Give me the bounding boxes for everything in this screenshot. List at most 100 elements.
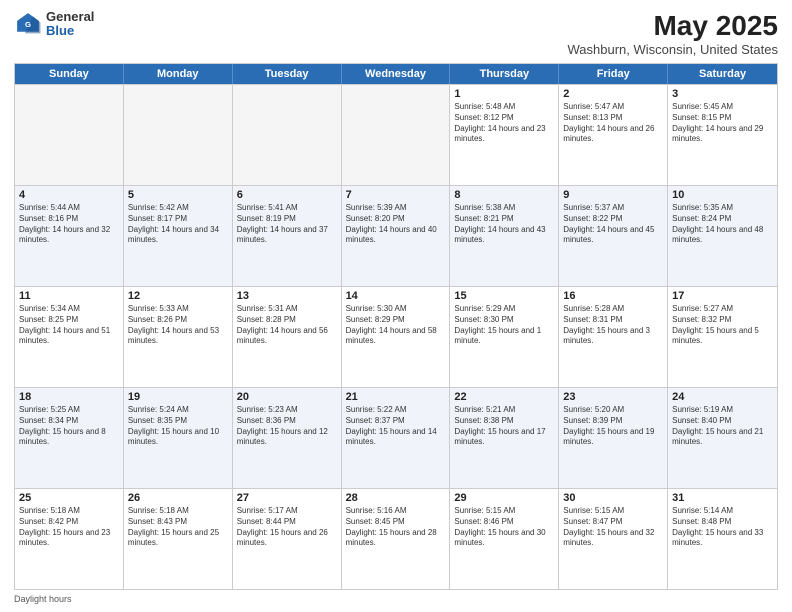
header-day-sunday: Sunday	[15, 64, 124, 84]
calendar-cell-14: 14 Sunrise: 5:30 AMSunset: 8:29 PMDayligh…	[342, 287, 451, 387]
footer-note: Daylight hours	[14, 594, 778, 604]
calendar-cell-19: 19Sunrise: 5:24 AMSunset: 8:35 PMDayligh…	[124, 388, 233, 488]
day-number: 6	[237, 189, 337, 201]
day-number: 31	[672, 492, 773, 504]
calendar-cell-empty-1	[124, 85, 233, 185]
day-number: 21	[346, 391, 446, 403]
cell-detail: Sunrise: 5:21 AMSunset: 8:38 PMDaylight:…	[454, 405, 554, 448]
day-number: 28	[346, 492, 446, 504]
cell-detail: Sunrise: 5:23 AMSunset: 8:36 PMDaylight:…	[237, 405, 337, 448]
calendar-row-0: 1Sunrise: 5:48 AMSunset: 8:12 PMDaylight…	[15, 84, 777, 185]
logo: G General Blue	[14, 10, 94, 39]
calendar-cell-28: 28 Sunrise: 5:16 AMSunset: 8:45 PMDayligh…	[342, 489, 451, 589]
calendar-row-4: 25 Sunrise: 5:18 AMSunset: 8:42 PMDayligh…	[15, 488, 777, 589]
calendar-cell-26: 26Sunrise: 5:18 AMSunset: 8:43 PMDayligh…	[124, 489, 233, 589]
cell-detail: Sunrise: 5:47 AMSunset: 8:13 PMDaylight:…	[563, 102, 663, 145]
cell-detail: Sunrise: 5:38 AMSunset: 8:21 PMDaylight:…	[454, 203, 554, 246]
calendar-cell-17: 17 Sunrise: 5:27 AMSunset: 8:32 PMDayligh…	[668, 287, 777, 387]
cell-detail: Sunrise: 5:35 AMSunset: 8:24 PMDaylight:…	[672, 203, 773, 246]
logo-blue: Blue	[46, 24, 94, 38]
calendar-cell-20: 20 Sunrise: 5:23 AMSunset: 8:36 PMDayligh…	[233, 388, 342, 488]
subtitle: Washburn, Wisconsin, United States	[568, 42, 779, 57]
day-number: 19	[128, 391, 228, 403]
calendar-cell-1: 1Sunrise: 5:48 AMSunset: 8:12 PMDaylight…	[450, 85, 559, 185]
cell-detail: Sunrise: 5:48 AMSunset: 8:12 PMDaylight:…	[454, 102, 554, 145]
day-number: 14	[346, 290, 446, 302]
day-number: 18	[19, 391, 119, 403]
calendar-cell-25: 25 Sunrise: 5:18 AMSunset: 8:42 PMDayligh…	[15, 489, 124, 589]
cell-detail: Sunrise: 5:15 AMSunset: 8:46 PMDaylight:…	[454, 506, 554, 549]
header-day-wednesday: Wednesday	[342, 64, 451, 84]
calendar-cell-2: 2 Sunrise: 5:47 AMSunset: 8:13 PMDaylight…	[559, 85, 668, 185]
calendar-cell-8: 8Sunrise: 5:38 AMSunset: 8:21 PMDaylight…	[450, 186, 559, 286]
logo-general: General	[46, 10, 94, 24]
calendar-cell-15: 15 Sunrise: 5:29 AMSunset: 8:30 PMDayligh…	[450, 287, 559, 387]
day-number: 27	[237, 492, 337, 504]
calendar-header: SundayMondayTuesdayWednesdayThursdayFrid…	[15, 64, 777, 84]
calendar-cell-30: 30 Sunrise: 5:15 AMSunset: 8:47 PMDayligh…	[559, 489, 668, 589]
day-number: 3	[672, 88, 773, 100]
day-number: 9	[563, 189, 663, 201]
cell-detail: Sunrise: 5:31 AMSunset: 8:28 PMDaylight:…	[237, 304, 337, 347]
calendar-cell-22: 22 Sunrise: 5:21 AMSunset: 8:38 PMDayligh…	[450, 388, 559, 488]
cell-detail: Sunrise: 5:15 AMSunset: 8:47 PMDaylight:…	[563, 506, 663, 549]
day-number: 7	[346, 189, 446, 201]
cell-detail: Sunrise: 5:37 AMSunset: 8:22 PMDaylight:…	[563, 203, 663, 246]
calendar-cell-11: 11Sunrise: 5:34 AMSunset: 8:25 PMDayligh…	[15, 287, 124, 387]
calendar-cell-16: 16Sunrise: 5:28 AMSunset: 8:31 PMDayligh…	[559, 287, 668, 387]
calendar-cell-9: 9 Sunrise: 5:37 AMSunset: 8:22 PMDaylight…	[559, 186, 668, 286]
day-number: 22	[454, 391, 554, 403]
calendar-row-2: 11Sunrise: 5:34 AMSunset: 8:25 PMDayligh…	[15, 286, 777, 387]
day-number: 29	[454, 492, 554, 504]
header-day-tuesday: Tuesday	[233, 64, 342, 84]
cell-detail: Sunrise: 5:16 AMSunset: 8:45 PMDaylight:…	[346, 506, 446, 549]
calendar-cell-5: 5Sunrise: 5:42 AMSunset: 8:17 PMDaylight…	[124, 186, 233, 286]
day-number: 15	[454, 290, 554, 302]
calendar-cell-empty-0	[15, 85, 124, 185]
day-number: 11	[19, 290, 119, 302]
header-day-friday: Friday	[559, 64, 668, 84]
day-number: 30	[563, 492, 663, 504]
calendar-cell-7: 7 Sunrise: 5:39 AMSunset: 8:20 PMDaylight…	[342, 186, 451, 286]
cell-detail: Sunrise: 5:39 AMSunset: 8:20 PMDaylight:…	[346, 203, 446, 246]
cell-detail: Sunrise: 5:33 AMSunset: 8:26 PMDaylight:…	[128, 304, 228, 347]
cell-detail: Sunrise: 5:19 AMSunset: 8:40 PMDaylight:…	[672, 405, 773, 448]
day-number: 12	[128, 290, 228, 302]
day-number: 26	[128, 492, 228, 504]
day-number: 5	[128, 189, 228, 201]
calendar-cell-23: 23Sunrise: 5:20 AMSunset: 8:39 PMDayligh…	[559, 388, 668, 488]
cell-detail: Sunrise: 5:30 AMSunset: 8:29 PMDaylight:…	[346, 304, 446, 347]
cell-detail: Sunrise: 5:45 AMSunset: 8:15 PMDaylight:…	[672, 102, 773, 145]
cell-detail: Sunrise: 5:18 AMSunset: 8:42 PMDaylight:…	[19, 506, 119, 549]
svg-text:G: G	[25, 20, 31, 29]
calendar-cell-29: 29 Sunrise: 5:15 AMSunset: 8:46 PMDayligh…	[450, 489, 559, 589]
calendar-cell-31: 31 Sunrise: 5:14 AMSunset: 8:48 PMDayligh…	[668, 489, 777, 589]
calendar-cell-4: 4Sunrise: 5:44 AMSunset: 8:16 PMDaylight…	[15, 186, 124, 286]
day-number: 13	[237, 290, 337, 302]
cell-detail: Sunrise: 5:27 AMSunset: 8:32 PMDaylight:…	[672, 304, 773, 347]
day-number: 16	[563, 290, 663, 302]
calendar-row-3: 18 Sunrise: 5:25 AMSunset: 8:34 PMDayligh…	[15, 387, 777, 488]
day-number: 17	[672, 290, 773, 302]
day-number: 20	[237, 391, 337, 403]
page: G General Blue May 2025 Washburn, Wiscon…	[0, 0, 792, 612]
calendar-body: 1Sunrise: 5:48 AMSunset: 8:12 PMDaylight…	[15, 84, 777, 589]
day-number: 2	[563, 88, 663, 100]
calendar-cell-13: 13 Sunrise: 5:31 AMSunset: 8:28 PMDayligh…	[233, 287, 342, 387]
cell-detail: Sunrise: 5:41 AMSunset: 8:19 PMDaylight:…	[237, 203, 337, 246]
cell-detail: Sunrise: 5:25 AMSunset: 8:34 PMDaylight:…	[19, 405, 119, 448]
cell-detail: Sunrise: 5:14 AMSunset: 8:48 PMDaylight:…	[672, 506, 773, 549]
cell-detail: Sunrise: 5:29 AMSunset: 8:30 PMDaylight:…	[454, 304, 554, 347]
calendar-row-1: 4Sunrise: 5:44 AMSunset: 8:16 PMDaylight…	[15, 185, 777, 286]
calendar-cell-24: 24 Sunrise: 5:19 AMSunset: 8:40 PMDayligh…	[668, 388, 777, 488]
day-number: 23	[563, 391, 663, 403]
title-block: May 2025 Washburn, Wisconsin, United Sta…	[568, 10, 779, 57]
day-number: 24	[672, 391, 773, 403]
logo-icon: G	[14, 10, 42, 38]
day-number: 25	[19, 492, 119, 504]
calendar-cell-empty-3	[342, 85, 451, 185]
cell-detail: Sunrise: 5:44 AMSunset: 8:16 PMDaylight:…	[19, 203, 119, 246]
header-day-monday: Monday	[124, 64, 233, 84]
calendar-cell-3: 3 Sunrise: 5:45 AMSunset: 8:15 PMDaylight…	[668, 85, 777, 185]
main-title: May 2025	[568, 10, 779, 42]
